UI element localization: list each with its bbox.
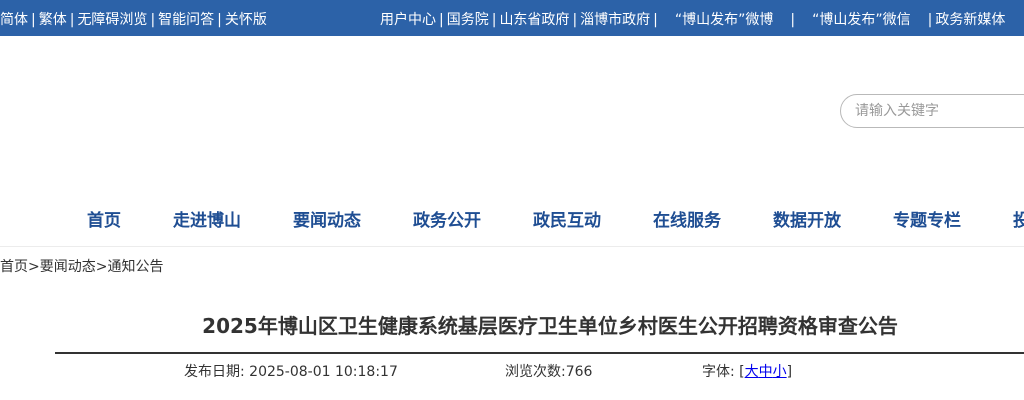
link-smart-qa[interactable]: 智能问答 xyxy=(158,12,214,28)
link-user-center[interactable]: 用户中心 xyxy=(380,12,436,28)
separator: | xyxy=(69,12,75,28)
view-count-label: 浏览次数: xyxy=(505,364,566,380)
font-size-small-button[interactable]: 小 xyxy=(773,364,787,380)
main-nav: 首页 走进博山 要闻动态 政务公开 政民互动 在线服务 数据开放 专题专栏 投 xyxy=(0,206,1024,234)
top-bar-left: 简体 | 繁体 | 无障碍浏览 | 智能问答 | 关怀版 xyxy=(0,9,267,29)
link-traditional[interactable]: 繁体 xyxy=(39,12,67,28)
separator: | xyxy=(790,12,796,28)
nav-item-home[interactable]: 首页 xyxy=(87,206,121,231)
separator: | xyxy=(491,12,497,28)
top-bar-right: 用户中心 | 国务院 | 山东省政府 | 淄博市政府 | “博山发布”微博 | “博山发布”微信 | 政… xyxy=(380,9,1005,29)
font-size-switcher: 字体: [大中小] xyxy=(702,361,792,381)
font-size-label: 字体: xyxy=(702,364,735,380)
font-size-close-bracket: ] xyxy=(786,364,793,380)
link-weibo[interactable]: “博山发布”微博 xyxy=(675,12,774,28)
separator: | xyxy=(31,12,36,28)
search-input[interactable] xyxy=(853,102,1024,120)
top-bar: 简体 | 繁体 | 无障碍浏览 | 智能问答 | 关怀版 用户中心 | 国务院 | 山东省政府 | 淄博市政… xyxy=(0,0,1024,36)
breadcrumb-separator: > xyxy=(28,259,40,275)
breadcrumb-news[interactable]: 要闻动态 xyxy=(40,259,96,275)
nav-item-news[interactable]: 要闻动态 xyxy=(293,206,361,231)
search-box xyxy=(840,94,1024,128)
font-size-medium-button[interactable]: 中 xyxy=(759,364,773,380)
breadcrumb-home[interactable]: 首页 xyxy=(0,259,28,275)
nav-item-open-data[interactable]: 数据开放 xyxy=(773,206,841,231)
breadcrumb: 首页>要闻动态>通知公告 xyxy=(0,256,163,276)
title-underline xyxy=(55,352,1024,354)
nav-item-special-topics[interactable]: 专题专栏 xyxy=(893,206,961,231)
article-title: 2025年博山区卫生健康系统基层医疗卫生单位乡村医生公开招聘资格审查公告 xyxy=(202,314,898,338)
view-count: 浏览次数:766 xyxy=(505,361,592,381)
nav-item-about-boshan[interactable]: 走进博山 xyxy=(173,206,241,231)
separator: | xyxy=(439,12,444,28)
separator: | xyxy=(572,12,578,28)
separator: | xyxy=(150,12,156,28)
breadcrumb-notices[interactable]: 通知公告 xyxy=(107,259,163,275)
breadcrumb-separator: > xyxy=(95,259,108,275)
publish-date-label: 发布日期: xyxy=(184,364,245,380)
nav-item-truncated[interactable]: 投 xyxy=(1013,206,1024,231)
link-shandong-gov[interactable]: 山东省政府 xyxy=(499,12,569,28)
link-wechat[interactable]: “博山发布”微信 xyxy=(812,12,911,28)
nav-divider xyxy=(0,246,1024,247)
link-zibo-gov[interactable]: 淄博市政府 xyxy=(580,12,650,28)
link-state-council[interactable]: 国务院 xyxy=(447,12,489,28)
separator: | xyxy=(217,12,222,28)
publish-date: 发布日期: 2025-08-01 10:18:17 xyxy=(184,361,398,381)
separator: | xyxy=(927,12,933,28)
view-count-value: 766 xyxy=(565,364,593,380)
nav-item-gov-disclosure[interactable]: 政务公开 xyxy=(413,206,481,231)
font-size-large-button[interactable]: 大 xyxy=(745,364,759,380)
publish-date-value: 2025-08-01 10:18:17 xyxy=(249,364,398,380)
link-care-version[interactable]: 关怀版 xyxy=(225,12,267,28)
nav-item-online-service[interactable]: 在线服务 xyxy=(653,206,721,231)
separator: | xyxy=(653,12,658,28)
link-accessibility[interactable]: 无障碍浏览 xyxy=(77,12,147,28)
nav-item-interaction[interactable]: 政民互动 xyxy=(533,206,601,231)
link-new-media[interactable]: 政务新媒体 xyxy=(935,12,1005,28)
link-simplified[interactable]: 简体 xyxy=(0,12,28,28)
